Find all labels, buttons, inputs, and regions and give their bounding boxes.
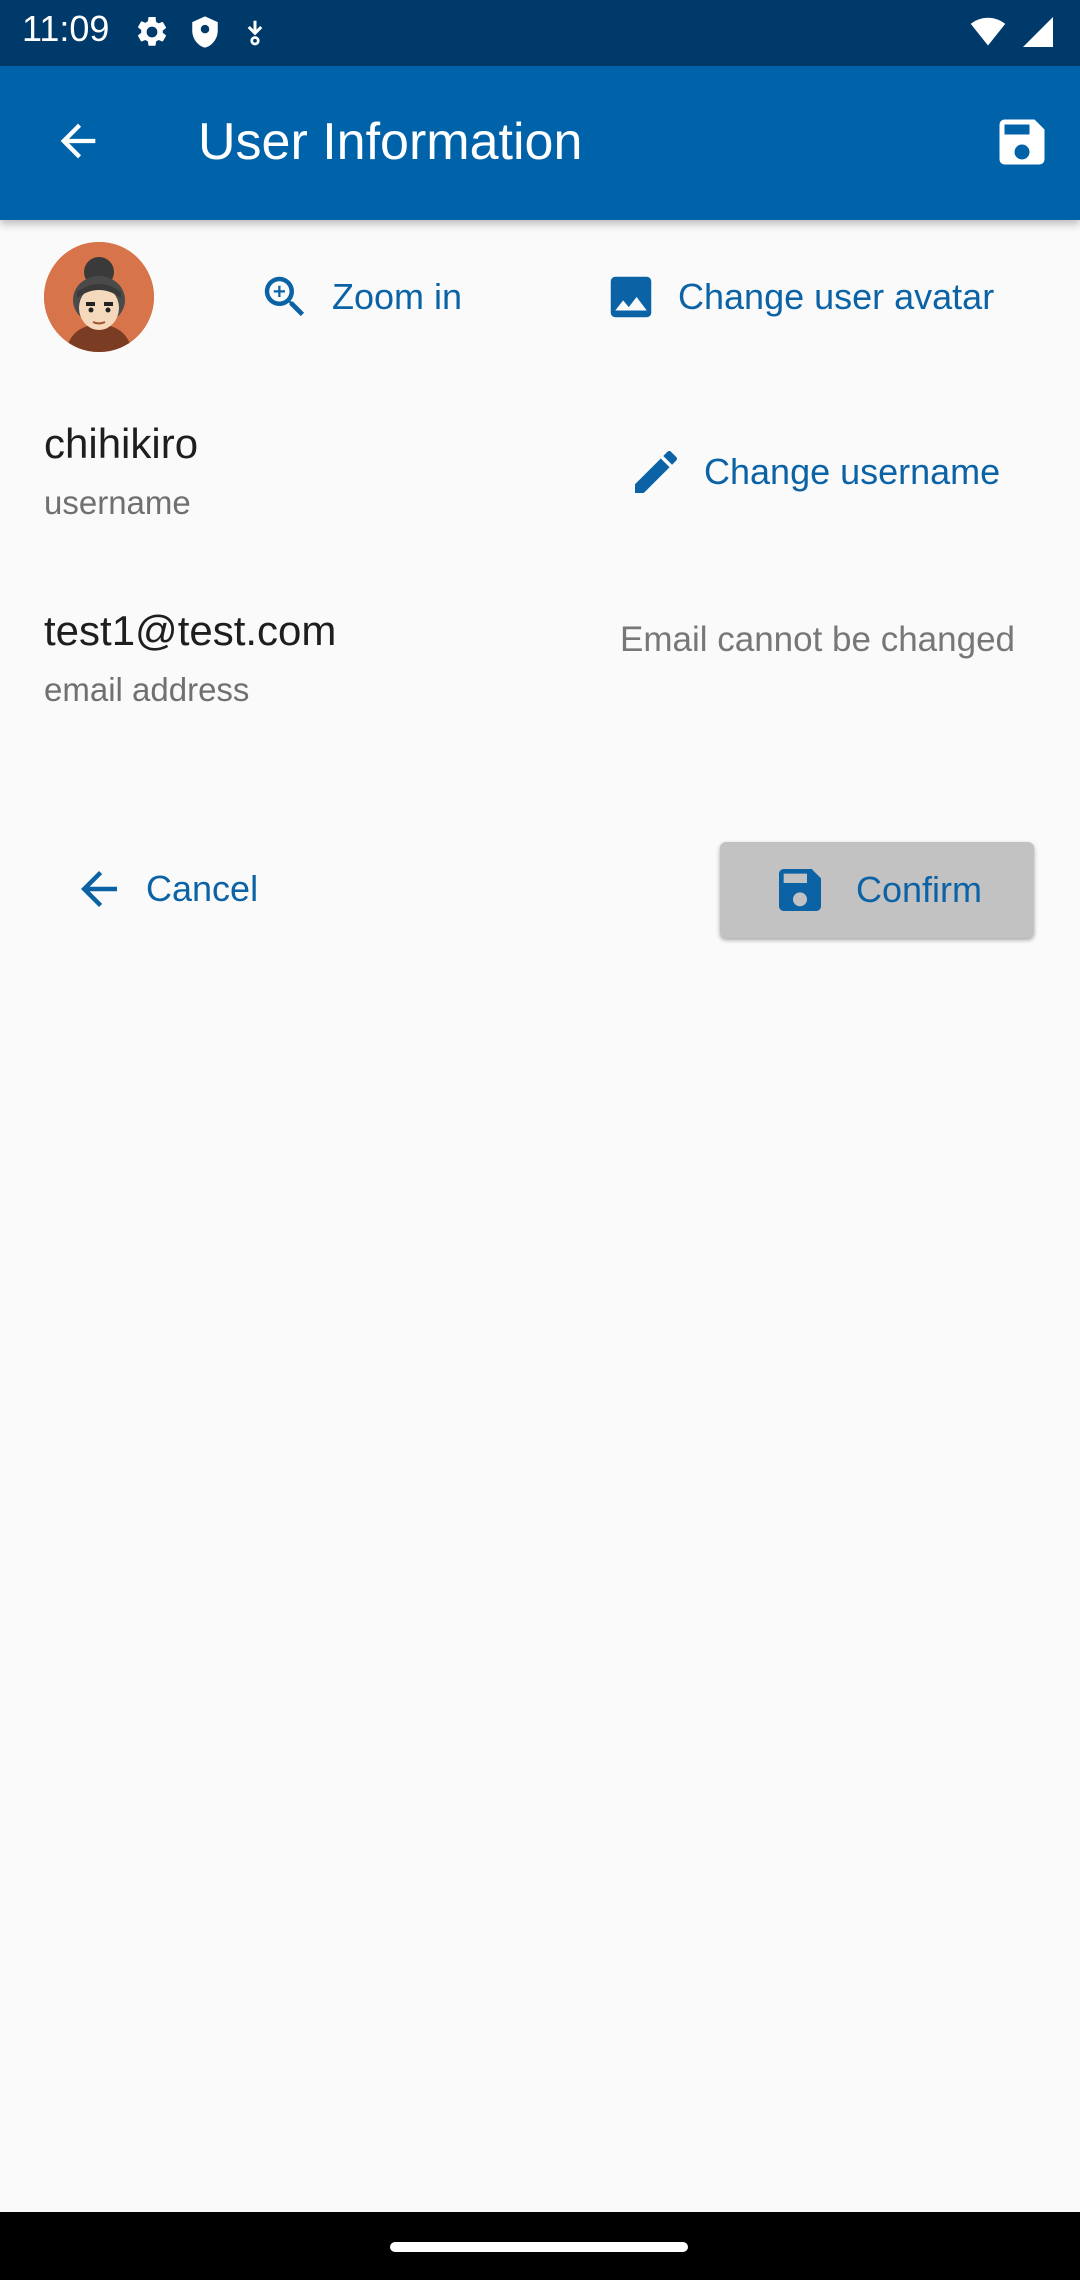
cancel-button[interactable]: Cancel bbox=[72, 862, 258, 916]
settings-icon bbox=[134, 14, 170, 50]
zoom-in-label: Zoom in bbox=[332, 276, 463, 317]
email-value: test1@test.com bbox=[44, 607, 337, 654]
username-value: chihikiro bbox=[44, 420, 199, 467]
change-avatar-label: Change user avatar bbox=[678, 276, 995, 317]
pencil-icon bbox=[635, 450, 678, 493]
shield-icon bbox=[188, 14, 222, 50]
avatar-illustration bbox=[44, 242, 154, 352]
home-gesture-handle[interactable] bbox=[390, 2242, 688, 2252]
download-icon bbox=[240, 14, 270, 50]
app-bar: User Information bbox=[0, 66, 1080, 220]
save-button[interactable] bbox=[992, 112, 1052, 172]
avatar[interactable] bbox=[44, 242, 154, 352]
navigation-bar bbox=[0, 2212, 1080, 2280]
status-icons-right bbox=[968, 14, 1056, 50]
change-username-label: Change username bbox=[704, 451, 1001, 492]
arrow-back-icon bbox=[60, 123, 96, 159]
zoom-in-icon bbox=[264, 276, 305, 317]
arrow-back-icon bbox=[81, 871, 117, 907]
status-icons-left bbox=[134, 14, 270, 50]
email-label: email address bbox=[44, 671, 250, 708]
page-title: User Information bbox=[198, 113, 583, 171]
status-bar: 11:09 bbox=[0, 0, 1080, 66]
email-note: Email cannot be changed bbox=[620, 620, 1015, 659]
username-label: username bbox=[44, 484, 191, 521]
confirm-label: Confirm bbox=[855, 869, 983, 910]
image-icon bbox=[610, 276, 652, 318]
cancel-label: Cancel bbox=[146, 868, 259, 909]
change-avatar-button[interactable]: Change user avatar bbox=[604, 270, 994, 324]
wifi-icon bbox=[968, 14, 1008, 50]
cell-signal-icon bbox=[1020, 14, 1056, 50]
change-username-button[interactable]: Change username bbox=[628, 444, 1000, 500]
zoom-in-button[interactable]: Zoom in bbox=[258, 270, 462, 324]
status-time: 11:09 bbox=[22, 8, 110, 49]
save-icon bbox=[778, 869, 821, 911]
confirm-button[interactable]: Confirm bbox=[720, 842, 1034, 938]
save-icon bbox=[999, 119, 1045, 165]
back-button[interactable] bbox=[48, 111, 108, 171]
